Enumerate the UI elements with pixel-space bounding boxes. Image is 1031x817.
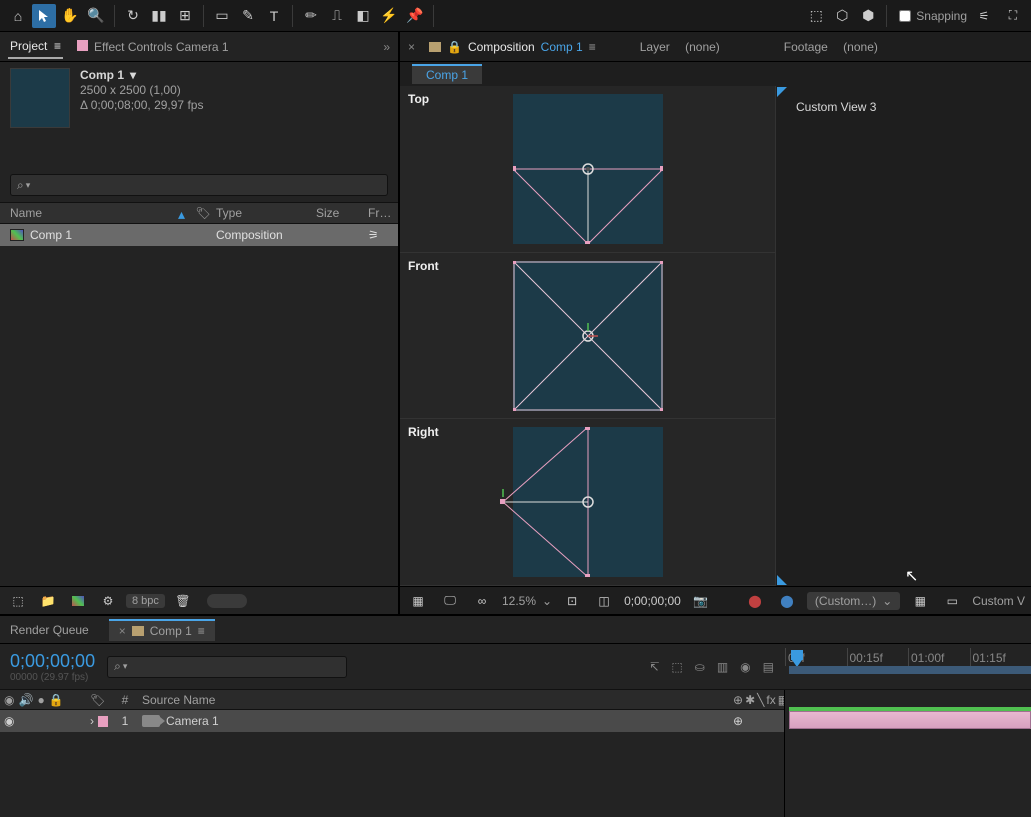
tab-project[interactable]: Project ≡ xyxy=(8,35,63,59)
interpret-footage-icon[interactable]: ⬚ xyxy=(6,589,30,613)
audio-col-icon[interactable]: 🔊 xyxy=(18,693,33,707)
project-thumbnail[interactable] xyxy=(10,68,70,128)
timeline-timecode-sub: 00000 (29.97 fps) xyxy=(10,672,95,683)
shy-icon[interactable]: ⛀ xyxy=(695,660,705,674)
hand-tool-icon[interactable]: ✋ xyxy=(58,4,82,28)
resolution-icon[interactable]: ⊡ xyxy=(560,589,584,613)
viewport-custom[interactable]: Custom View 3 xyxy=(776,86,1031,586)
draft3d-icon[interactable]: ⬚ xyxy=(671,660,682,674)
pixel-aspect-icon[interactable]: ▭ xyxy=(940,589,964,613)
new-comp-icon[interactable] xyxy=(66,589,90,613)
axis-view-icon[interactable]: ⬢ xyxy=(856,4,880,28)
snapping-checkbox[interactable] xyxy=(899,10,911,22)
layer-label-color[interactable] xyxy=(98,716,108,727)
comp-subtab[interactable]: Comp 1 xyxy=(412,64,482,84)
search-icon: ⌕ xyxy=(114,659,121,674)
snapshot-icon[interactable]: 📷 xyxy=(689,589,713,613)
pen-tool-icon[interactable]: ✎ xyxy=(236,4,260,28)
tab-timeline-comp[interactable]: ×Comp 1≡ xyxy=(109,619,215,641)
timeline-timecode[interactable]: 0;00;00;00 xyxy=(10,651,95,672)
snap-expand-icon[interactable]: ⛶ xyxy=(1001,4,1025,28)
project-settings-icon[interactable]: ⚙ xyxy=(96,589,120,613)
lock-icon[interactable]: 🔒 xyxy=(447,40,462,54)
tab-composition[interactable]: 🔒 Composition Comp 1 ≡ xyxy=(429,40,596,54)
viewer-panel: × 🔒 Composition Comp 1 ≡ Layer (none) Fo… xyxy=(400,32,1031,614)
timeline-search[interactable]: ⌕▾ xyxy=(107,656,347,678)
roto-tool-icon[interactable]: ⚡ xyxy=(377,4,401,28)
twirl-icon[interactable]: › xyxy=(90,714,94,728)
rect-tool-icon[interactable]: ▭ xyxy=(210,4,234,28)
timeline-panel: Render Queue ×Comp 1≡ 0;00;00;00 00000 (… xyxy=(0,614,1031,817)
main-toolbar: ⌂ ✋ 🔍 ↻ ▮▮ ⊞ ▭ ✎ T ✏ ⎍ ◧ ⚡ 📌 ⬚ ⬡ ⬢ Snapp… xyxy=(0,0,1031,32)
snap-opt-icon[interactable]: ⚟ xyxy=(972,4,996,28)
axis-world-icon[interactable]: ⬡ xyxy=(830,4,854,28)
selection-tool-icon[interactable] xyxy=(32,4,56,28)
dropdown-icon[interactable]: ▾ xyxy=(130,68,136,82)
project-column-header[interactable]: Name▴ 🏷 Type Size Fr… xyxy=(0,202,398,224)
bit-depth[interactable]: 8 bpc xyxy=(126,594,165,608)
timeline-track-area[interactable]: 00f 00:15f 01:00f 01:15f xyxy=(784,690,1031,817)
mask-icon[interactable]: ∞ xyxy=(470,589,494,613)
pan-behind-tool-icon[interactable]: ⊞ xyxy=(173,4,197,28)
project-panel: Project ≡ Effect Controls Camera 1 » Com… xyxy=(0,32,400,614)
orbit-tool-icon[interactable]: ↻ xyxy=(121,4,145,28)
always-preview-icon[interactable]: ▦ xyxy=(406,589,430,613)
composition-icon xyxy=(10,229,24,241)
axis-local-icon[interactable]: ⬚ xyxy=(804,4,828,28)
solo-col-icon[interactable]: ● xyxy=(37,693,44,707)
label-col-icon[interactable]: 🏷 xyxy=(90,693,105,707)
motion-blur-icon[interactable]: ◉ xyxy=(740,660,750,674)
lock-col-icon[interactable]: 🔒 xyxy=(49,693,64,707)
playhead[interactable] xyxy=(791,650,803,660)
search-icon: ⌕ xyxy=(17,178,24,193)
sort-arrow-icon[interactable]: ▴ xyxy=(178,206,185,223)
frame-blend-icon[interactable]: ▥ xyxy=(717,660,728,674)
layer-switch[interactable]: ⊕ xyxy=(733,714,743,728)
3d-view-icon[interactable]: ▦ xyxy=(908,589,932,613)
viewport-right[interactable]: Right xyxy=(400,419,775,586)
camera-icon xyxy=(142,715,160,727)
flowchart-icon[interactable]: ⚞ xyxy=(368,228,379,242)
viewer-timecode[interactable]: 0;00;00;00 xyxy=(624,594,681,608)
layer-duration-bar[interactable] xyxy=(789,711,1031,729)
camera-view-select[interactable]: Custom V xyxy=(972,594,1025,608)
home-icon[interactable]: ⌂ xyxy=(6,4,30,28)
graph-editor-icon[interactable]: ▤ xyxy=(763,660,774,674)
viewport-front[interactable]: Front xyxy=(400,253,775,420)
new-folder-icon[interactable]: 📁 xyxy=(36,589,60,613)
region-icon[interactable]: ◫ xyxy=(592,589,616,613)
tab-effect-controls[interactable]: Effect Controls Camera 1 xyxy=(75,36,231,58)
brush-tool-icon[interactable]: ✏ xyxy=(299,4,323,28)
comp-resolution: 2500 x 2500 (1,00) xyxy=(80,83,203,97)
search-toggle[interactable] xyxy=(207,594,247,608)
text-tool-icon[interactable]: T xyxy=(262,4,286,28)
zoom-select[interactable]: 12.5%⌄ xyxy=(502,594,552,608)
panel-overflow-icon[interactable]: » xyxy=(383,40,390,54)
trash-icon[interactable]: 🗑 xyxy=(171,589,195,613)
snapping-label[interactable]: Snapping xyxy=(916,9,967,23)
project-item-row[interactable]: Comp 1 Composition ⚞ xyxy=(0,224,398,246)
work-area-bar[interactable] xyxy=(789,666,1031,674)
tab-render-queue[interactable]: Render Queue xyxy=(10,623,89,637)
tab-layer[interactable]: Layer (none) xyxy=(640,40,720,54)
clone-tool-icon[interactable]: ⎍ xyxy=(325,4,349,28)
comp-duration: Δ 0;00;08;00, 29,97 fps xyxy=(80,98,203,112)
comp-title[interactable]: Comp 1▾ xyxy=(80,68,203,82)
eraser-tool-icon[interactable]: ◧ xyxy=(351,4,375,28)
zoom-tool-icon[interactable]: 🔍 xyxy=(84,4,108,28)
transparency-icon[interactable]: 🖵 xyxy=(438,589,462,613)
project-search[interactable]: ⌕▾ xyxy=(10,174,388,196)
comp-mini-flow-icon[interactable]: ↸ xyxy=(649,660,659,674)
camera-tool-icon[interactable]: ▮▮ xyxy=(147,4,171,28)
video-col-icon[interactable]: ◉ xyxy=(4,693,14,707)
viewport-top[interactable]: Top xyxy=(400,86,775,253)
tag-icon[interactable]: 🏷 xyxy=(195,206,210,220)
channel-icon[interactable]: ⬤ xyxy=(743,589,767,613)
tab-footage[interactable]: Footage (none) xyxy=(784,40,878,54)
view-layout-select[interactable]: (Custom…)⌄ xyxy=(807,592,900,610)
video-toggle[interactable]: ◉ xyxy=(4,714,14,728)
puppet-tool-icon[interactable]: 📌 xyxy=(403,4,427,28)
